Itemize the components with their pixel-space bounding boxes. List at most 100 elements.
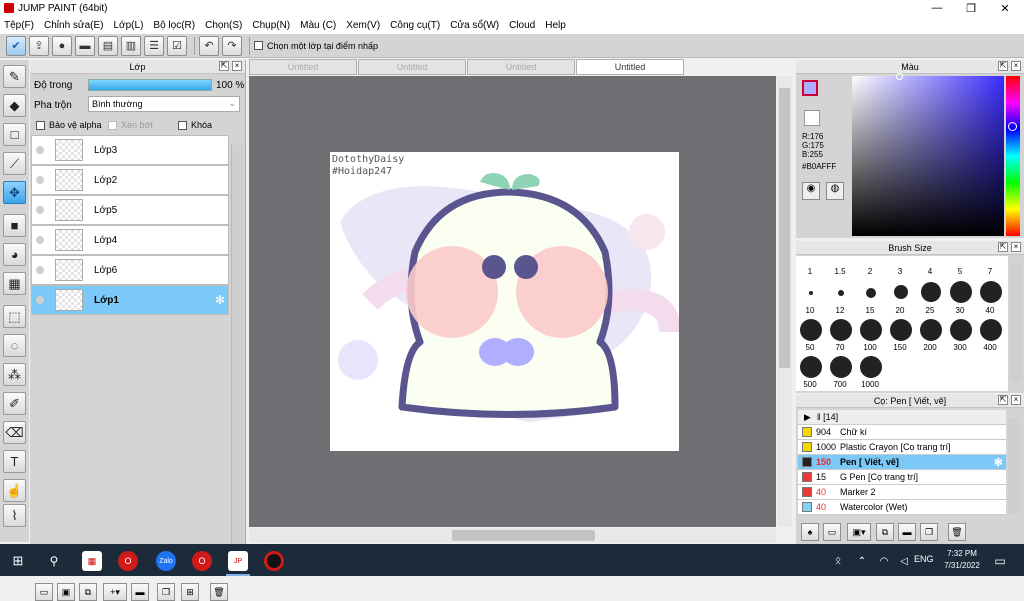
brush-copy-icon[interactable]: ⧉ (876, 523, 894, 541)
merge-icon[interactable]: ⊞ (181, 583, 199, 601)
vertical-scroll-thumb[interactable] (779, 88, 790, 368)
recorder-icon[interactable] (264, 551, 284, 571)
size-option[interactable]: 50 (796, 343, 824, 352)
size-option[interactable]: 20 (886, 306, 914, 315)
layer-row[interactable]: Lớp2 (31, 165, 229, 195)
palette-icon[interactable]: ◉ (802, 182, 820, 200)
size-dot[interactable] (866, 288, 876, 298)
line-tool-icon[interactable]: ⟋ (3, 152, 26, 175)
menu-cloud[interactable]: Cloud (509, 20, 535, 31)
horizontal-scrollbar[interactable] (249, 528, 776, 543)
size-dot[interactable] (800, 356, 822, 378)
brush-folder-icon[interactable]: ▬ (898, 523, 916, 541)
eyedropper-tool-icon[interactable]: ⌇ (3, 504, 26, 527)
gear-icon[interactable]: ✻ (994, 456, 1003, 469)
size-option[interactable]: 700 (826, 380, 854, 389)
gear-icon[interactable]: ✻ (215, 293, 225, 307)
lock-checkbox[interactable] (178, 120, 187, 130)
opera-icon[interactable]: O (118, 551, 138, 571)
checklist-icon[interactable]: ☑ (167, 35, 187, 56)
size-option[interactable]: 5 (946, 267, 974, 276)
new-layer-icon[interactable]: ▭ (35, 583, 53, 601)
wifi-icon[interactable]: ◠ (874, 551, 894, 571)
brush-row[interactable]: 1000 Plastic Crayon [Cọ trang trí] (798, 440, 1006, 455)
size-option[interactable]: 70 (826, 343, 854, 352)
size-option[interactable]: 300 (946, 343, 974, 352)
trash-icon[interactable]: 🗑 (210, 583, 228, 601)
float-icon[interactable]: ⇱ (998, 395, 1008, 405)
search-icon[interactable]: ⚲ (44, 551, 64, 571)
size-option[interactable]: 1000 (856, 380, 884, 389)
lock[interactable]: Khóa (178, 120, 212, 130)
language-indicator[interactable]: ENG (914, 554, 934, 564)
check-icon[interactable]: ✔ (6, 35, 26, 56)
size-option[interactable]: 200 (916, 343, 944, 352)
menu-window[interactable]: Cửa sổ(W) (450, 20, 499, 31)
layer-row-selected[interactable]: Lớp1 ✻ (31, 285, 229, 315)
size-dot[interactable] (890, 319, 912, 341)
brush-size-scrollbar[interactable] (1010, 263, 1022, 381)
text-tool-icon[interactable]: T (3, 450, 26, 473)
page-icon[interactable]: ▤ (98, 35, 118, 56)
blend-select[interactable]: Bình thường ⌄ (88, 96, 240, 112)
size-option[interactable]: 15 (856, 306, 884, 315)
menu-view[interactable]: Xem(V) (346, 20, 380, 31)
bucket-tool-icon[interactable]: ◕ (3, 243, 26, 266)
brush-dropdown-icon[interactable]: ▣▾ (847, 523, 871, 541)
size-dot[interactable] (921, 282, 941, 302)
size-dot[interactable] (800, 319, 822, 341)
size-dot[interactable] (920, 319, 942, 341)
clip[interactable]: Xén bớt (108, 120, 153, 130)
size-option[interactable]: 500 (796, 380, 824, 389)
size-option[interactable]: 1 (796, 267, 824, 276)
size-dot[interactable] (950, 281, 972, 303)
move-tool-icon[interactable]: ✥ (3, 181, 26, 204)
size-dot[interactable] (830, 356, 852, 378)
drawing-canvas[interactable]: DotothyDaisy #Hoidap247 (330, 152, 679, 451)
maximize-button[interactable]: ❐ (954, 0, 988, 16)
duplicate-icon[interactable]: ❐ (157, 583, 175, 601)
comment-icon[interactable]: ▬ (75, 35, 95, 56)
layer-row[interactable]: Lớp5 (31, 195, 229, 225)
protect-alpha-checkbox[interactable] (36, 120, 45, 130)
layer-row[interactable]: Lớp6 (31, 255, 229, 285)
menu-color[interactable]: Màu (C) (300, 20, 336, 31)
size-dot[interactable] (980, 319, 1002, 341)
undo-icon[interactable]: ↶ (199, 35, 219, 56)
layer-scrollbar[interactable] (231, 145, 243, 570)
opacity-slider[interactable] (88, 79, 212, 91)
brush-row[interactable]: 904 Chữ kí (798, 425, 1006, 440)
menu-edit[interactable]: Chỉnh sửa(E) (44, 20, 104, 31)
float-icon[interactable]: ⇱ (219, 61, 229, 71)
protect-alpha[interactable]: Bảo vệ alpha (36, 120, 102, 130)
app-icon[interactable]: ▦ (82, 551, 102, 571)
brush-tool-icon[interactable]: ✎ (3, 65, 26, 88)
jump-paint-taskbar-icon[interactable]: JP (228, 551, 248, 571)
redo-icon[interactable]: ↷ (222, 35, 242, 56)
vertical-scrollbar[interactable] (777, 76, 792, 527)
float-icon[interactable]: ⇱ (998, 61, 1008, 71)
notifications-icon[interactable]: ▭ (990, 551, 1010, 571)
horizontal-scroll-thumb[interactable] (452, 530, 595, 541)
magic-wand-tool-icon[interactable]: ⁂ (3, 363, 26, 386)
brush-add-icon[interactable]: ♠ (801, 523, 819, 541)
brush-duplicate-icon[interactable]: ❐ (920, 523, 938, 541)
hue-slider[interactable] (1006, 76, 1020, 236)
size-dot[interactable] (830, 319, 852, 341)
size-dot[interactable] (809, 291, 813, 295)
minimize-button[interactable]: — (920, 0, 954, 16)
document-icon[interactable]: ▥ (121, 35, 141, 56)
lasso-tool-icon[interactable]: ◌ (3, 334, 26, 357)
visibility-icon[interactable] (36, 176, 44, 184)
size-option[interactable]: 150 (886, 343, 914, 352)
tab-document-active[interactable]: Untitled (576, 59, 684, 75)
hand-tool-icon[interactable]: ☝ (3, 479, 26, 502)
size-dot[interactable] (894, 285, 908, 299)
menu-tools[interactable]: Công cụ(T) (390, 20, 440, 31)
gradient-tool-icon[interactable]: ▦ (3, 272, 26, 295)
menu-capture[interactable]: Chụp(N) (252, 20, 290, 31)
volume-icon[interactable]: ◁ (894, 551, 914, 571)
menu-file[interactable]: Tệp(F) (4, 20, 34, 31)
size-option[interactable]: 10 (796, 306, 824, 315)
folder-icon[interactable]: ▬ (131, 583, 149, 601)
